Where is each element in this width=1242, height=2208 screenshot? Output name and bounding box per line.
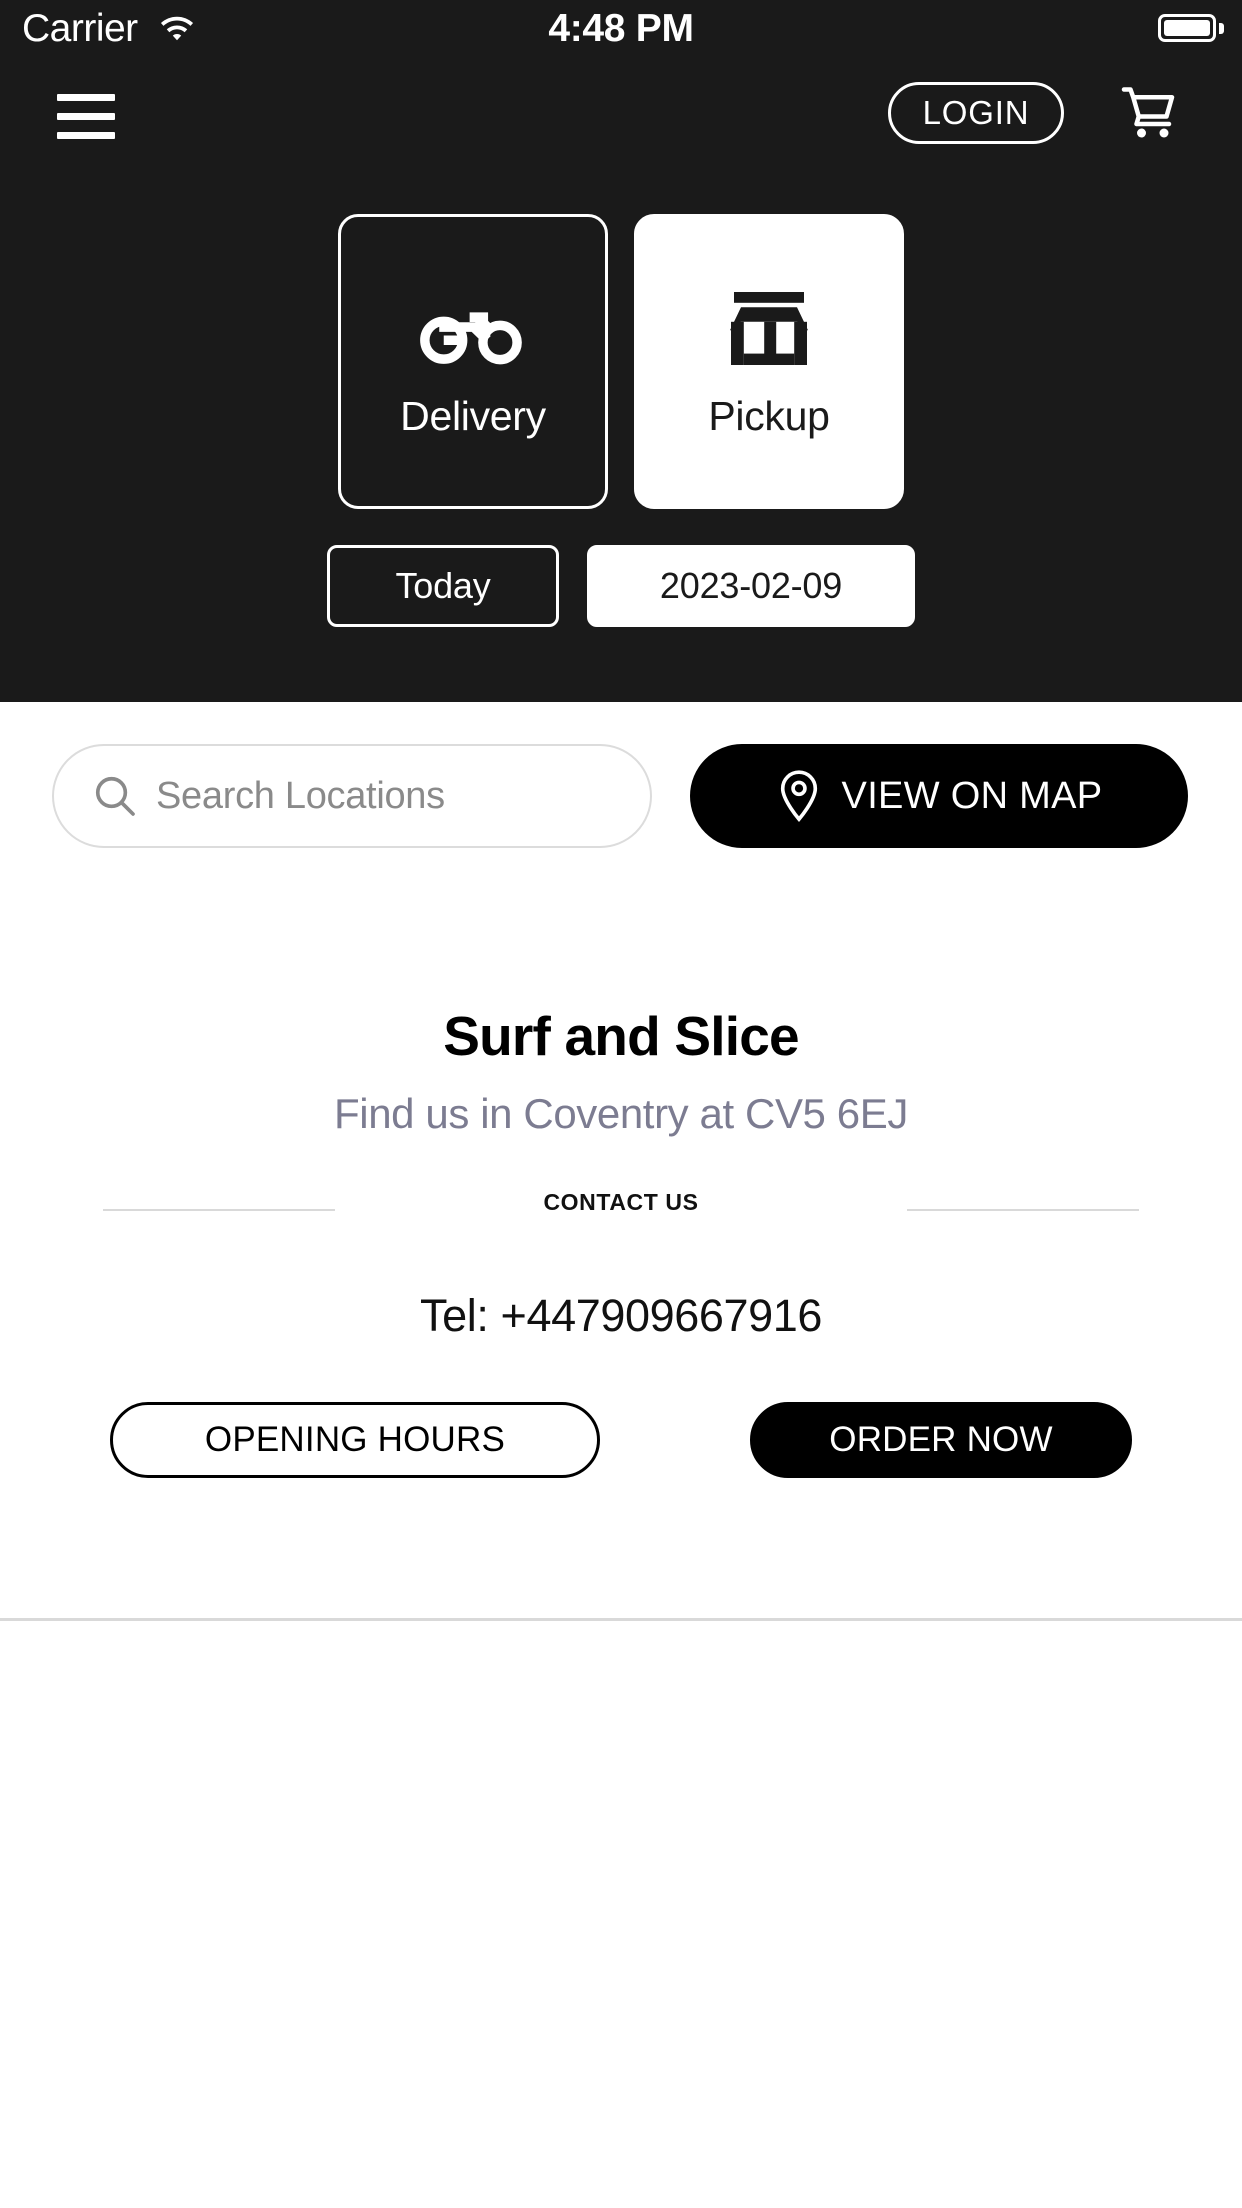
- contact-divider: CONTACT US: [0, 1157, 1242, 1217]
- order-mode-delivery[interactable]: Delivery: [338, 214, 608, 509]
- contact-us-heading: CONTACT US: [543, 1189, 699, 1215]
- status-time: 4:48 PM: [548, 7, 694, 50]
- battery-fill: [1164, 20, 1210, 36]
- schedule-today-button[interactable]: Today: [327, 545, 559, 627]
- battery-icon: [1158, 14, 1216, 42]
- store-telephone[interactable]: Tel: +447909667916: [0, 1290, 1242, 1342]
- login-button[interactable]: LOGIN: [888, 82, 1064, 144]
- schedule-date-button[interactable]: 2023-02-09: [587, 545, 915, 627]
- section-divider: [0, 1618, 1242, 1621]
- search-locations-box[interactable]: [52, 744, 652, 848]
- opening-hours-button[interactable]: OPENING HOURS: [110, 1402, 600, 1478]
- store-address: Find us in Coventry at CV5 6EJ: [334, 1090, 908, 1137]
- view-on-map-label: VIEW ON MAP: [841, 774, 1103, 817]
- order-mode-pickup[interactable]: Pickup: [634, 214, 904, 509]
- search-row: VIEW ON MAP: [0, 744, 1242, 848]
- header-region: Carrier 4:48 PM LOGIN Delivery Pickup To…: [0, 0, 1242, 702]
- search-input[interactable]: [156, 774, 596, 818]
- battery-nub: [1219, 23, 1224, 34]
- order-mode-selector: Delivery Pickup: [0, 214, 1242, 509]
- status-bar: Carrier 4:48 PM: [0, 0, 1242, 62]
- storefront-glyph: [730, 292, 808, 365]
- content-region: VIEW ON MAP Surf and Slice Find us in Co…: [0, 702, 1242, 2208]
- order-now-button[interactable]: ORDER NOW: [750, 1402, 1132, 1478]
- app-screen: Carrier 4:48 PM LOGIN Delivery Pickup To…: [0, 0, 1242, 2208]
- motorbike-glyph: [420, 312, 522, 365]
- nav-bar: LOGIN: [0, 78, 1242, 168]
- hamburger-menu-icon[interactable]: [57, 94, 115, 140]
- order-mode-pickup-label: Pickup: [708, 393, 830, 439]
- hamburger-bar: [57, 113, 115, 120]
- shopping-cart-icon[interactable]: [1118, 84, 1182, 144]
- view-on-map-button[interactable]: VIEW ON MAP: [690, 744, 1188, 848]
- search-icon: [95, 776, 135, 816]
- store-actions: OPENING HOURS ORDER NOW: [0, 1402, 1242, 1482]
- motorbike-icon: [418, 283, 528, 375]
- hamburger-bar: [57, 132, 115, 139]
- store-name: Surf and Slice: [443, 1005, 799, 1067]
- storefront-icon: [727, 283, 811, 375]
- schedule-selector: Today 2023-02-09: [0, 545, 1242, 627]
- map-pin-icon: [780, 770, 817, 822]
- order-mode-delivery-label: Delivery: [400, 393, 546, 439]
- hamburger-bar: [57, 94, 115, 101]
